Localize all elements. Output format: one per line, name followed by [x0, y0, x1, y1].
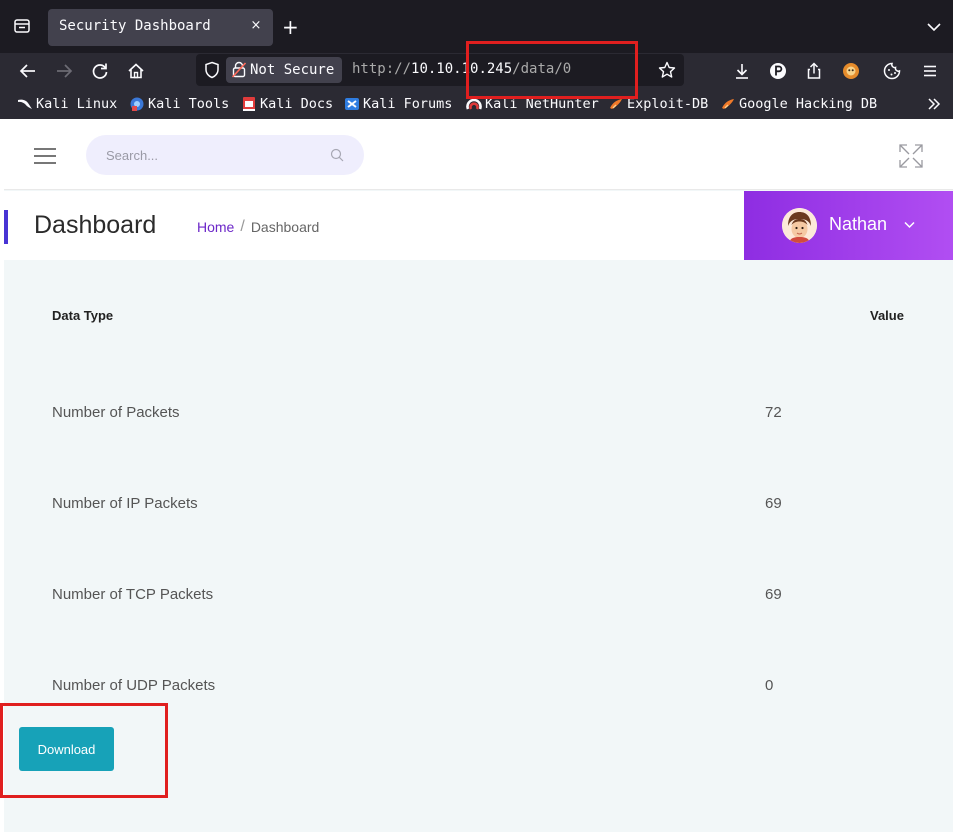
ghdb-icon	[722, 99, 734, 109]
page-header: Dashboard Home / Dashboard Nathan	[4, 191, 953, 260]
page-title: Dashboard	[34, 211, 157, 239]
row-label: Number of Packets	[52, 404, 180, 421]
kali-tools-icon	[130, 97, 144, 111]
app-menu-icon[interactable]	[920, 61, 940, 81]
home-icon[interactable]	[126, 61, 146, 81]
bookmark-label: Exploit-DB	[627, 96, 709, 112]
back-arrow-icon[interactable]	[18, 61, 38, 81]
reload-icon[interactable]	[90, 61, 110, 81]
breadcrumb: Home / Dashboard	[197, 218, 319, 236]
web-page: Dashboard Home / Dashboard Nathan Da	[4, 119, 953, 832]
profile-extension-icon[interactable]	[768, 61, 788, 81]
row-label: Number of IP Packets	[52, 495, 198, 512]
bookmarks-overflow-chevron-icon[interactable]	[926, 96, 942, 112]
browser-tab[interactable]: Security Dashboard ×	[48, 9, 273, 46]
breadcrumb-current: Dashboard	[250, 219, 320, 235]
bookmark-label: Google Hacking DB	[739, 96, 878, 112]
fullscreen-expand-icon[interactable]	[898, 143, 924, 169]
app-topbar	[4, 119, 953, 190]
user-menu[interactable]: Nathan	[744, 191, 953, 260]
row-value: 0	[765, 677, 774, 694]
search-input[interactable]	[106, 145, 316, 165]
bookmark-label: Kali Docs	[260, 96, 334, 112]
bookmark-google-hacking-db[interactable]: Google Hacking DB	[720, 94, 877, 114]
tab-close-icon[interactable]: ×	[247, 17, 265, 35]
bookmark-exploit-db[interactable]: Exploit-DB	[608, 94, 708, 114]
exploit-db-icon	[610, 99, 622, 109]
search-icon[interactable]	[330, 148, 344, 162]
tab-list-icon[interactable]	[14, 19, 30, 33]
bookmark-star-icon[interactable]	[658, 61, 676, 79]
bookmark-label: Kali Tools	[148, 96, 230, 112]
chevron-down-icon	[904, 221, 915, 229]
row-value: 69	[765, 586, 782, 603]
list-all-tabs-icon[interactable]	[925, 18, 943, 36]
avatar	[782, 208, 817, 243]
new-tab-button[interactable]: +	[282, 15, 299, 39]
url-scheme: http://	[352, 61, 412, 77]
bookmark-kali-nethunter[interactable]: Kali NetHunter	[466, 94, 599, 114]
browser-tab-bar: Security Dashboard × +	[0, 0, 953, 53]
row-value: 69	[765, 495, 782, 512]
column-header-value: Value	[870, 308, 904, 323]
not-secure-label: Not Secure	[250, 62, 335, 78]
bookmark-label: Kali Forums	[363, 96, 453, 112]
not-secure-badge[interactable]: Not Secure	[226, 57, 343, 83]
browser-nav-bar: Not Secure http://10.10.10.245/data/0	[0, 53, 953, 89]
download-button[interactable]: Download	[19, 727, 114, 771]
tab-title: Security Dashboard	[59, 18, 211, 34]
column-header-data-type: Data Type	[52, 308, 114, 323]
search-box	[86, 135, 364, 175]
url-text[interactable]: http://10.10.10.245/data/0	[352, 61, 571, 77]
foxyproxy-icon[interactable]	[841, 61, 861, 81]
forward-arrow-icon[interactable]	[54, 61, 74, 81]
bookmark-kali-linux[interactable]: Kali Linux	[17, 94, 117, 114]
breadcrumb-home-link[interactable]: Home	[197, 219, 234, 235]
bookmarks-toolbar: Kali Linux Kali Tools Kali Docs Kali For…	[0, 89, 953, 119]
url-path: /data/0	[512, 61, 572, 77]
bookmark-label: Kali NetHunter	[485, 96, 599, 112]
sidebar-toggle-hamburger-icon[interactable]	[34, 148, 56, 164]
kali-docs-icon	[243, 97, 255, 111]
kali-dragon-icon	[18, 99, 32, 109]
bookmark-kali-tools[interactable]: Kali Tools	[129, 94, 229, 114]
cookie-editor-icon[interactable]	[882, 61, 902, 81]
bookmark-label: Kali Linux	[36, 96, 118, 112]
header-accent-bar	[4, 210, 8, 244]
insecure-lock-icon	[232, 61, 246, 78]
downloads-icon[interactable]	[732, 61, 752, 81]
kali-forums-icon	[345, 98, 359, 110]
bookmark-kali-forums[interactable]: Kali Forums	[344, 94, 452, 114]
row-label: Number of TCP Packets	[52, 586, 214, 603]
nethunter-icon	[466, 98, 482, 110]
bookmark-kali-docs[interactable]: Kali Docs	[241, 94, 333, 114]
breadcrumb-separator: /	[240, 218, 245, 235]
url-bar[interactable]: Not Secure http://10.10.10.245/data/0	[196, 54, 684, 86]
tracking-protection-shield-icon[interactable]	[204, 61, 220, 79]
row-label: Number of UDP Packets	[52, 677, 216, 694]
row-value: 72	[765, 404, 782, 421]
user-name: Nathan	[829, 214, 888, 234]
url-host: 10.10.10.245	[411, 61, 513, 77]
share-icon[interactable]	[804, 61, 824, 81]
